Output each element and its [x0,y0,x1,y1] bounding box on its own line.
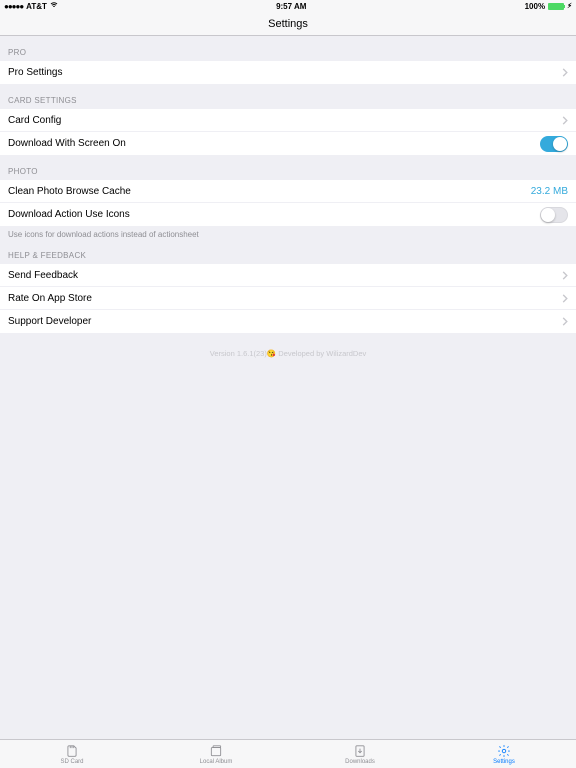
section-header: PRO [0,36,576,61]
row-label: Download Action Use Icons [8,209,130,220]
version-text: Version 1.6.1(23) [210,349,267,358]
row-download-action-icons[interactable]: Download Action Use Icons [0,203,576,226]
section-header: CARD SETTINGS [0,84,576,109]
section-footer: Use icons for download actions instead o… [0,226,576,239]
tab-label: Local Album [200,759,233,765]
tab-downloads[interactable]: Downloads [288,740,432,768]
list-group: Clean Photo Browse Cache 23.2 MB Download … [0,180,576,226]
gear-icon [497,744,511,758]
settings-content: PRO Pro Settings CARD SETTINGS Card Config D… [0,36,576,333]
section-header: PHOTO [0,155,576,180]
status-bar: ●●●●● AT&T 9:57 AM 100% ⚡︎ [0,0,576,12]
row-label: Clean Photo Browse Cache [8,186,131,197]
tab-local-album[interactable]: Local Album [144,740,288,768]
row-card-config[interactable]: Card Config [0,109,576,132]
row-label: Send Feedback [8,270,78,281]
tab-settings[interactable]: Settings [432,740,576,768]
battery-percent: 100% [525,2,545,11]
row-send-feedback[interactable]: Send Feedback [0,264,576,287]
row-rate[interactable]: Rate On App Store [0,287,576,310]
row-label: Support Developer [8,316,91,327]
album-icon [209,744,223,758]
row-label: Rate On App Store [8,293,92,304]
tab-sdcard[interactable]: SD Card [0,740,144,768]
nav-bar: Settings [0,12,576,36]
section-header: HELP & FEEDBACK [0,239,576,264]
toggle-download-screen-on[interactable] [540,136,568,152]
chevron-right-icon [562,317,568,326]
list-group: Send Feedback Rate On App Store Support De… [0,264,576,333]
page-title: Settings [268,18,308,30]
tab-label: Settings [493,759,515,765]
tab-label: SD Card [60,759,83,765]
list-group: Card Config Download With Screen On [0,109,576,155]
chevron-right-icon [562,68,568,77]
row-pro-settings[interactable]: Pro Settings [0,61,576,84]
version-footer: Version 1.6.1(23)😘 Developed by Wilizard… [0,333,576,374]
chevron-right-icon [562,116,568,125]
battery-icon [548,3,564,10]
row-download-screen-on[interactable]: Download With Screen On [0,132,576,155]
status-time: 9:57 AM [276,2,306,11]
row-support[interactable]: Support Developer [0,310,576,333]
wifi-icon [50,1,58,11]
charging-icon: ⚡︎ [567,2,572,10]
sd-card-icon [65,744,79,758]
tab-label: Downloads [345,759,375,765]
carrier-label: AT&T [26,2,47,11]
row-label: Download With Screen On [8,138,126,149]
developer-text: Developed by WilizardDev [276,349,366,358]
toggle-download-action-icons[interactable] [540,207,568,223]
row-clean-cache[interactable]: Clean Photo Browse Cache 23.2 MB [0,180,576,203]
row-label: Card Config [8,115,61,126]
chevron-right-icon [562,271,568,280]
chevron-right-icon [562,294,568,303]
cache-size: 23.2 MB [531,186,568,197]
row-label: Pro Settings [8,67,62,78]
emoji-icon: 😘 [267,349,276,358]
download-icon [353,744,367,758]
tab-bar: SD Card Local Album Downloads Settings [0,739,576,768]
list-group: Pro Settings [0,61,576,84]
signal-dots-icon: ●●●●● [4,2,23,11]
